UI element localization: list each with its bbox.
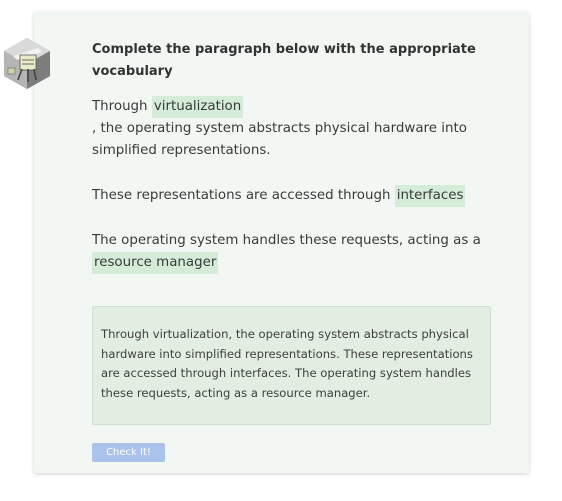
server-rack-icon (0, 36, 54, 90)
blank-interfaces[interactable]: interfaces (394, 185, 466, 207)
summary-box: Through virtualization, the operating sy… (92, 306, 491, 425)
paragraph-2-before: These representations are accessed throu… (92, 188, 395, 203)
blank-virtualization[interactable]: virtualization (151, 96, 244, 118)
paragraph-1-before: Through (92, 99, 152, 114)
blank-resource-manager[interactable]: resource manager (92, 252, 219, 274)
paragraph-1: Through virtualization , the operating sy… (92, 96, 492, 162)
activity-title: Complete the paragraph below with the ap… (92, 42, 476, 79)
paragraph-3-before: The operating system handles these reque… (92, 233, 481, 248)
paragraph-2: These representations are accessed throu… (92, 185, 492, 207)
check-it-button[interactable]: Check It! (92, 443, 165, 462)
paragraph-3: The operating system handles these reque… (92, 230, 492, 274)
summary-text: Through virtualization, the operating sy… (101, 327, 473, 400)
paragraph-1-after: , the operating system abstracts physica… (92, 121, 467, 158)
